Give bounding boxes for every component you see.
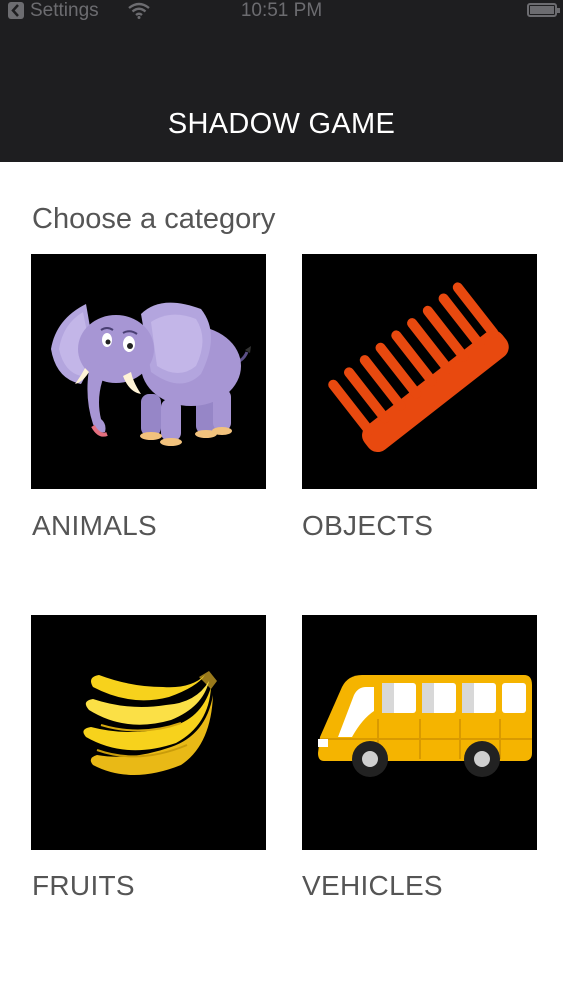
status-time: 10:51 PM bbox=[240, 0, 323, 21]
navigation-bar: Settings 10:51 PM SHADOW GAME bbox=[0, 0, 563, 162]
screen: Settings 10:51 PM SHADOW GAME Choose a c… bbox=[0, 0, 563, 1000]
category-tile-animals[interactable] bbox=[31, 254, 266, 489]
comb-icon bbox=[328, 282, 509, 453]
category-tile-objects[interactable] bbox=[302, 254, 537, 489]
page-title: SHADOW GAME bbox=[167, 108, 396, 140]
battery-icon bbox=[527, 3, 560, 17]
category-label-animals[interactable]: ANIMALS bbox=[32, 506, 157, 546]
category-label-objects[interactable]: OBJECTS bbox=[302, 506, 433, 546]
category-label-fruits[interactable]: FRUITS bbox=[32, 866, 135, 906]
status-bar: Settings 10:51 PM bbox=[0, 0, 563, 24]
bus-icon bbox=[318, 675, 532, 777]
category-label-vehicles[interactable]: VEHICLES bbox=[302, 866, 443, 906]
choose-category-heading: Choose a category bbox=[32, 203, 276, 235]
category-tile-fruits[interactable] bbox=[31, 615, 266, 850]
banana-icon bbox=[83, 671, 217, 775]
elephant-icon bbox=[51, 302, 251, 446]
category-tile-vehicles[interactable] bbox=[302, 615, 537, 850]
